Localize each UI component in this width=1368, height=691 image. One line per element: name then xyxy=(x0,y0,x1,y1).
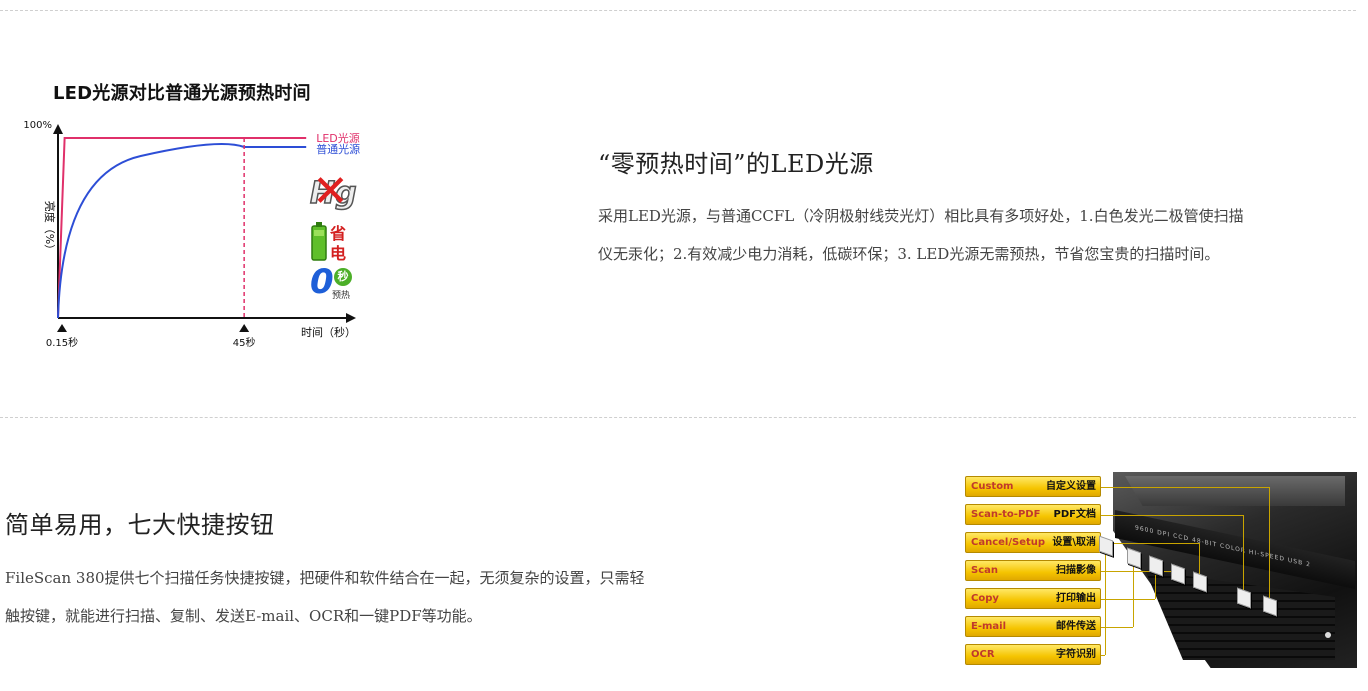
series-line-led xyxy=(57,137,307,319)
top-divider xyxy=(0,10,1356,11)
zero-warmup-icon: 0 秒 预热 xyxy=(310,262,364,308)
power-indicator xyxy=(1325,632,1331,638)
buttons-description-line2: 触按键，就能进行扫描、复制、发送E-mail、OCR和一键PDF等功能。 xyxy=(5,607,482,625)
zero-warm: 预热 xyxy=(332,291,351,301)
led-description-line2: 仪无汞化；2.有效减少电力消耗，低碳环保；3. LED光源无需预热，节省您宝贵的… xyxy=(598,245,1220,263)
button-label-scan: Scan 扫描影像 xyxy=(965,560,1101,581)
buttons-heading: 简单易用，七大快捷按钮 xyxy=(5,511,275,539)
led-description: 采用LED光源，与普通CCFL（冷阴极射线荧光灯）相比具有多项好处，1.白色发光… xyxy=(598,197,1358,273)
zero-digit: 0 xyxy=(310,262,334,302)
button-label-cn: 自定义设置 xyxy=(1046,481,1096,492)
power-saving-icon: 省 电 xyxy=(310,220,360,264)
x-axis-arrow xyxy=(346,313,356,323)
series-line-normal xyxy=(57,143,307,319)
y-axis-label: 亮度（%） xyxy=(43,201,57,255)
button-label-ocr: OCR 字符识别 xyxy=(965,644,1101,665)
led-heading: “零预热时间”的LED光源 xyxy=(598,150,874,178)
button-label-en: Scan xyxy=(971,565,998,576)
button-label-cn: 打印输出 xyxy=(1056,593,1096,604)
leader-line-vertical xyxy=(1269,487,1270,612)
y-tick-100: 100% xyxy=(23,120,52,131)
led-description-line1: 采用LED光源，与普通CCFL（冷阴极射线荧光灯）相比具有多项好处，1.白色发光… xyxy=(598,207,1244,225)
x-tick-marker xyxy=(57,324,67,332)
buttons-description-line1: FileScan 380提供七个扫描任务快捷按键，把硬件和软件结合在一起，无须复… xyxy=(5,569,645,587)
scanner-lid xyxy=(1125,476,1345,506)
x-tick-label: 0.15秒 xyxy=(46,336,78,349)
button-label-cn: 扫描影像 xyxy=(1056,565,1096,576)
x-tick-marker xyxy=(239,324,250,332)
leader-line xyxy=(1101,543,1199,544)
button-label-en: E-mail xyxy=(971,621,1007,632)
button-label-copy: Copy 打印输出 xyxy=(965,588,1101,609)
button-label-custom: Custom 自定义设置 xyxy=(965,476,1101,497)
button-label-cn: 设置\取消 xyxy=(1052,537,1096,548)
button-label-e-mail: E-mail 邮件传送 xyxy=(965,616,1101,637)
leader-line-vertical xyxy=(1155,572,1156,599)
button-label-en: Cancel/Setup xyxy=(971,537,1046,548)
y-axis-arrow xyxy=(53,124,63,134)
legend-normal: 普通光源 xyxy=(316,142,360,156)
leader-line xyxy=(1101,571,1177,572)
leader-line-vertical xyxy=(1105,552,1106,655)
leader-line-vertical xyxy=(1133,564,1134,627)
button-label-en: Custom xyxy=(971,481,1014,492)
leader-line xyxy=(1101,655,1105,656)
button-label-en: Copy xyxy=(971,593,999,604)
button-label-scan-to-pdf: Scan-to-PDF PDF文档 xyxy=(965,504,1101,525)
button-label-cn: 邮件传送 xyxy=(1056,621,1096,632)
warmup-chart: 100% 亮度（%） LED光源 普通光源 0.15秒 45秒 时间（秒） LED光源对比普… xyxy=(10,70,390,370)
middle-divider xyxy=(0,417,1356,418)
zero-sec: 秒 xyxy=(334,268,352,286)
buttons-description: FileScan 380提供七个扫描任务快捷按键，把硬件和软件结合在一起，无须复… xyxy=(5,559,785,635)
leader-line xyxy=(1101,487,1269,488)
battery-text-2: 电 xyxy=(330,244,347,263)
leader-line xyxy=(1101,599,1155,600)
leader-line xyxy=(1101,515,1243,516)
button-label-cn: 字符识别 xyxy=(1056,649,1096,660)
scanner-buttons-diagram: 9600 DPI CCD 48-BIT COLOR HI-SPEED USB 2… xyxy=(965,470,1357,670)
button-label-en: Scan-to-PDF xyxy=(971,509,1041,520)
x-axis-label: 时间（秒） xyxy=(301,325,356,339)
button-label-cn: PDF文档 xyxy=(1053,509,1096,520)
no-mercury-icon: Hg ✕ xyxy=(309,166,357,217)
chart-title: LED光源对比普通光源预热时间 xyxy=(53,83,311,104)
button-label-cancel-setup: Cancel/Setup 设置\取消 xyxy=(965,532,1101,553)
scanner-key xyxy=(1099,535,1113,557)
button-label-en: OCR xyxy=(971,649,995,660)
x-tick-label: 45秒 xyxy=(233,336,256,349)
